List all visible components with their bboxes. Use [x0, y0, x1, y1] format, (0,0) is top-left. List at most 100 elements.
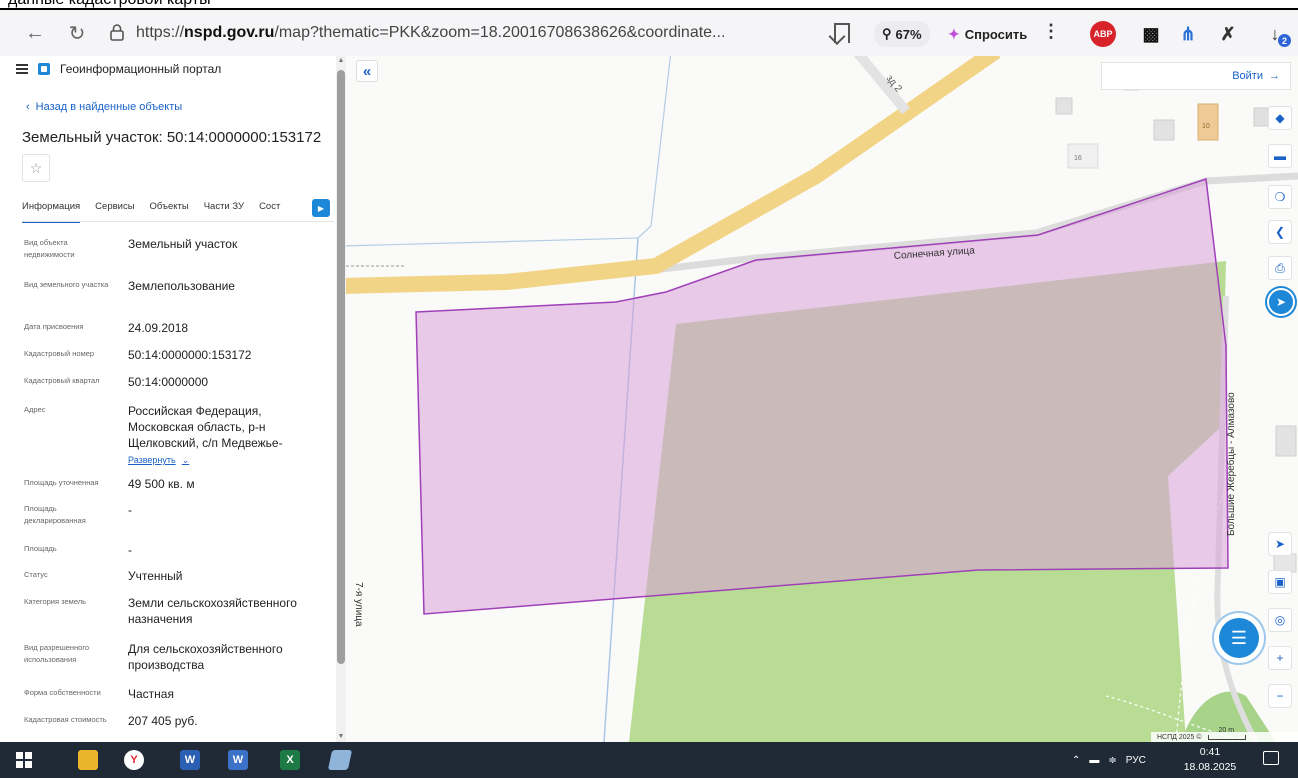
file-explorer-icon[interactable]: [78, 750, 98, 770]
reload-icon[interactable]: ↻: [62, 18, 92, 48]
yandex-browser-icon[interactable]: Y: [124, 750, 144, 770]
scroll-up-icon[interactable]: ▲: [336, 56, 346, 66]
url-prefix: https://: [136, 24, 185, 41]
collapse-panel-button[interactable]: «: [356, 60, 378, 82]
tabs-scroll-right-icon[interactable]: ▶: [312, 199, 330, 217]
print-tool-button[interactable]: ⎙: [1268, 256, 1292, 280]
page-title: Земельный участок: 50:14:0000000:153172: [22, 129, 322, 146]
hamburger-menu-icon[interactable]: [16, 64, 28, 74]
clock[interactable]: 0:41 18.08.2025: [1183, 745, 1237, 775]
attribute-value: 207 405 руб.: [128, 714, 198, 728]
building-16: [1067, 143, 1099, 169]
login-label: Войти: [1232, 70, 1263, 82]
caption-text: данные кадастровой карты: [8, 0, 211, 8]
minimap-button[interactable]: ▣: [1268, 570, 1292, 594]
translate-extension-icon[interactable]: ⋔: [1175, 21, 1201, 47]
notifications-icon[interactable]: [1263, 751, 1279, 765]
share-tool-button[interactable]: ❮: [1268, 220, 1292, 244]
attribute-label: Статус: [24, 570, 48, 579]
tab-land-parts[interactable]: Части ЗУ: [204, 201, 244, 223]
expand-label: Развернуть: [128, 455, 176, 465]
status-value: Учтенный: [128, 569, 183, 583]
downloads-icon[interactable]: ↓ 2: [1262, 21, 1291, 47]
layers-icon: ◆: [1275, 111, 1285, 125]
sparkle-icon: ✦: [948, 25, 960, 42]
object-info-panel: Геоинформационный портал ‹ Назад в найде…: [0, 56, 348, 742]
map-canvas[interactable]: зд 2 Солнечная улица 7-я улица Большие Ж…: [346, 56, 1298, 742]
battery-icon[interactable]: ▬: [1089, 755, 1099, 766]
search-by-coords-button[interactable]: ◎: [1268, 608, 1292, 632]
back-arrow-icon[interactable]: ←: [20, 18, 50, 48]
lock-icon[interactable]: [110, 24, 124, 41]
scroll-thumb[interactable]: [337, 70, 345, 664]
wifi-icon[interactable]: ≑: [1108, 755, 1116, 766]
scale-bar: 20 m: [1207, 727, 1246, 740]
building: [1055, 97, 1073, 115]
address-bar[interactable]: https://nspd.gov.ru/map?thematic=PKK&zoo…: [136, 10, 725, 56]
system-tray: ⌃ ▬ ≑ РУС: [1072, 742, 1146, 778]
ruler-tool-button[interactable]: ▬: [1268, 144, 1292, 168]
notes-app-icon[interactable]: [327, 750, 353, 770]
more-menu-icon[interactable]: ⋮: [1042, 21, 1060, 42]
zoom-out-button[interactable]: −: [1268, 684, 1292, 708]
tab-services[interactable]: Сервисы: [95, 201, 134, 223]
attribute-label: Дата присвоения: [24, 322, 84, 331]
street-label-seventh: 7-я улица: [353, 582, 364, 627]
top-caption: данные кадастровой карты: [0, 0, 1298, 8]
downloads-badge: 2: [1278, 34, 1291, 47]
windows-start-icon[interactable]: [14, 750, 34, 770]
back-to-results-link[interactable]: ‹ Назад в найденные объекты: [26, 101, 182, 113]
adblock-extension-icon[interactable]: ABP: [1090, 21, 1116, 47]
attribute-label: Площадь уточненная: [24, 478, 99, 487]
clock-date: 18.08.2025: [1183, 761, 1237, 773]
attribute-value: Для сельскохозяйственного производства: [128, 642, 283, 672]
geolocation-button[interactable]: ➤: [1268, 532, 1292, 556]
ruler-icon: ▬: [1274, 149, 1286, 163]
back-link-label: Назад в найденные объекты: [35, 101, 183, 113]
login-button[interactable]: Войти →: [1101, 62, 1291, 90]
tab-objects[interactable]: Объекты: [150, 201, 189, 223]
navigation-arrow-icon: ➤: [1274, 537, 1286, 551]
select-area-tool-button[interactable]: ❍: [1268, 185, 1292, 209]
url-host: nspd.gov.ru: [184, 24, 275, 41]
bookmark-icon[interactable]: [834, 23, 850, 43]
address-value: Российская Федерация, Московская область…: [128, 403, 328, 468]
attribute-label: Кадастровая стоимость: [24, 715, 107, 724]
layers-tool-button[interactable]: ◆: [1268, 106, 1292, 130]
chevron-left-icon: ‹: [26, 101, 30, 113]
minus-icon: −: [1276, 689, 1284, 703]
attribute-label: Кадастровый квартал: [24, 376, 100, 385]
tab-information[interactable]: Информация: [22, 201, 81, 223]
assistant-tool-button[interactable]: ➤: [1267, 288, 1295, 316]
word-icon[interactable]: W: [180, 750, 200, 770]
attribute-label: Площадь декларированная: [24, 504, 86, 525]
clipboard-extension-icon[interactable]: ✗: [1215, 21, 1241, 47]
assistant-icon: ➤: [1275, 295, 1287, 309]
ask-alice-button[interactable]: ✦ Спросить: [938, 21, 1037, 47]
panel-scrollbar[interactable]: ▲ ▼: [336, 56, 346, 742]
attribute-label: Адрес: [24, 405, 46, 414]
map-copyright: НСПД 2025 ©: [1157, 733, 1202, 741]
incognito-extension-icon[interactable]: ▩: [1138, 21, 1164, 47]
word-viewer-icon[interactable]: W: [228, 750, 248, 770]
attribute-label: Вид объекта недвижимости: [24, 238, 75, 259]
portal-name[interactable]: Геоинформационный портал: [60, 62, 221, 76]
excel-icon[interactable]: X: [280, 750, 300, 770]
expand-address-link[interactable]: Развернуть ⌄: [128, 452, 328, 468]
chevron-up-icon[interactable]: ⌃: [1072, 755, 1080, 766]
scroll-down-icon[interactable]: ▼: [336, 732, 346, 742]
favorite-star-icon[interactable]: ☆: [22, 154, 50, 182]
street-label-bolshie: Большие Жеребцы - Алмазово: [1225, 392, 1237, 536]
chevron-down-icon: ⌄: [181, 455, 190, 465]
clock-time: 0:41: [1199, 746, 1221, 758]
cadastral-map[interactable]: зд 2 Солнечная улица 7-я улица Большие Ж…: [346, 56, 1298, 742]
zoom-in-button[interactable]: +: [1268, 646, 1292, 670]
zoom-indicator[interactable]: ⚲ 67%: [874, 21, 930, 47]
building: [1275, 425, 1297, 457]
language-indicator[interactable]: РУС: [1126, 755, 1146, 766]
attribute-label: Категория земель: [24, 597, 87, 606]
attribute-value: Частная: [128, 687, 174, 701]
tab-composition[interactable]: Сост: [259, 201, 280, 223]
chat-support-button[interactable]: ☰: [1219, 618, 1259, 658]
boundary-line: [346, 56, 672, 247]
